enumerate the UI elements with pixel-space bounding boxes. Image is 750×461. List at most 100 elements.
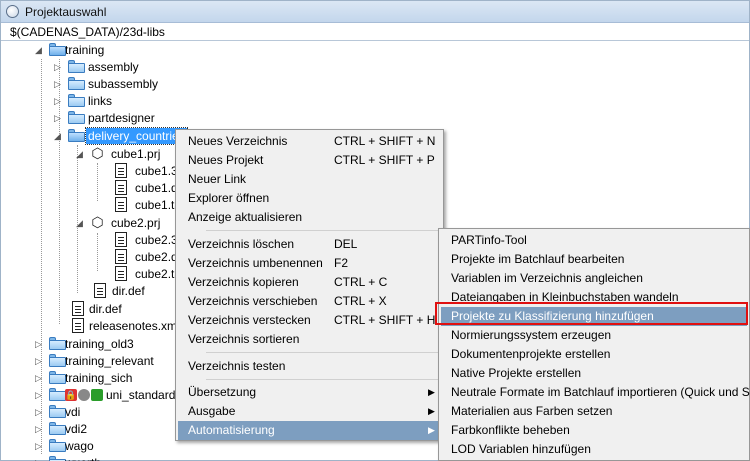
- folder-open-icon: [49, 43, 66, 56]
- menu-label: Verzeichnis verstecken: [188, 313, 311, 327]
- submenu-item[interactable]: Projekte im Batchlauf bearbeiten: [441, 250, 747, 269]
- file-icon: [115, 232, 127, 247]
- menu-label: Materialien aus Farben setzen: [451, 404, 613, 418]
- menu-item-move-directory[interactable]: Verzeichnis verschieben CTRL + X: [178, 292, 441, 311]
- expand-icon[interactable]: ▷: [35, 357, 44, 366]
- menu-shortcut: CTRL + C: [334, 275, 388, 289]
- submenu-item[interactable]: LOD Variablen hinzufügen: [441, 440, 747, 459]
- menu-item-rename-directory[interactable]: Verzeichnis umbenennen F2: [178, 254, 441, 273]
- path-bar: $(CADENAS_DATA)/23d-libs: [1, 24, 749, 41]
- menu-label: Verzeichnis testen: [188, 359, 286, 373]
- tree-label: dir.def: [112, 284, 145, 298]
- menu-item-new-project[interactable]: Neues Projekt CTRL + SHIFT + P: [178, 151, 441, 170]
- status-icon: [91, 389, 103, 401]
- menu-item-refresh[interactable]: Anzeige aktualisieren: [178, 208, 441, 227]
- folder-icon: [49, 337, 66, 350]
- menu-item-output[interactable]: Ausgabe ▶: [178, 402, 441, 421]
- menu-item-automation[interactable]: Automatisierung ▶: [178, 421, 441, 440]
- folder-icon: [68, 60, 85, 73]
- collapse-icon[interactable]: ◢: [76, 150, 85, 159]
- folder-icon: [49, 371, 66, 384]
- expand-icon[interactable]: ▷: [35, 442, 44, 451]
- highlight-callout-frame: [435, 302, 748, 325]
- tree-label: assembly: [88, 60, 139, 74]
- menu-label: Verzeichnis sortieren: [188, 332, 300, 346]
- expand-icon[interactable]: ▷: [54, 63, 63, 72]
- tree-label: training_sich: [65, 371, 133, 385]
- submenu-item[interactable]: Normierungssystem erzeugen: [441, 326, 747, 345]
- file-icon: [115, 249, 127, 264]
- menu-separator: [206, 352, 441, 353]
- menu-item-new-link[interactable]: Neuer Link: [178, 170, 441, 189]
- file-icon: [115, 197, 127, 212]
- tree-label: releasenotes.xml: [89, 319, 180, 333]
- menu-label: Farbkonflikte beheben: [451, 423, 570, 437]
- folder-open-icon: [68, 129, 85, 142]
- menu-item-delete-directory[interactable]: Verzeichnis löschen DEL: [178, 235, 441, 254]
- tree-label: vdi2: [65, 422, 88, 436]
- menu-shortcut: F2: [334, 256, 349, 270]
- menu-label: Normierungssystem erzeugen: [451, 328, 612, 342]
- menu-item-copy-directory[interactable]: Verzeichnis kopieren CTRL + C: [178, 273, 441, 292]
- menu-label: Variablen im Verzeichnis angleichen: [451, 271, 643, 285]
- collapse-icon[interactable]: ◢: [54, 132, 63, 141]
- menu-item-translation[interactable]: Übersetzung ▶: [178, 383, 441, 402]
- menu-label: PARTinfo-Tool: [451, 233, 527, 247]
- menu-label: Automatisierung: [188, 423, 275, 437]
- submenu-item[interactable]: Variablen im Verzeichnis angleichen: [441, 269, 747, 288]
- folder-icon: [68, 111, 85, 124]
- context-menu: Neues Verzeichnis CTRL + SHIFT + N Neues…: [175, 129, 444, 441]
- menu-separator: [206, 230, 441, 231]
- tree-label: training_old3: [65, 337, 134, 351]
- tree-label: cube2.prj: [111, 216, 161, 230]
- expand-icon[interactable]: ▷: [54, 80, 63, 89]
- folder-icon: [49, 456, 66, 461]
- tree-label: wuerth: [65, 456, 101, 461]
- menu-shortcut: CTRL + X: [334, 294, 387, 308]
- file-icon: [115, 163, 127, 178]
- expand-icon[interactable]: ▷: [35, 425, 44, 434]
- expand-icon[interactable]: ▷: [54, 114, 63, 123]
- menu-label: Anzeige aktualisieren: [188, 210, 303, 224]
- menu-item-test-directory[interactable]: Verzeichnis testen: [178, 357, 441, 376]
- expand-icon[interactable]: ▷: [35, 340, 44, 349]
- tree-label: training_relevant: [65, 354, 154, 368]
- file-icon: [94, 283, 106, 298]
- submenu-item[interactable]: Dokumentenprojekte erstellen: [441, 345, 747, 364]
- file-icon: [115, 266, 127, 281]
- menu-item-new-directory[interactable]: Neues Verzeichnis CTRL + SHIFT + N: [178, 132, 441, 151]
- menu-item-hide-directory[interactable]: Verzeichnis verstecken CTRL + SHIFT + H: [178, 311, 441, 330]
- menu-item-open-explorer[interactable]: Explorer öffnen: [178, 189, 441, 208]
- submenu-item[interactable]: Native Projekte erstellen: [441, 364, 747, 383]
- globe-icon: [78, 389, 90, 401]
- file-icon: [72, 318, 84, 333]
- menu-separator: [206, 379, 441, 380]
- automation-submenu: PARTinfo-Tool Projekte im Batchlauf bear…: [438, 228, 750, 461]
- file-icon: [115, 180, 127, 195]
- app-icon: [6, 5, 19, 18]
- expand-icon[interactable]: ▷: [54, 97, 63, 106]
- collapse-icon[interactable]: ◢: [35, 46, 44, 55]
- window-title: Projektauswahl: [25, 5, 107, 19]
- menu-shortcut: CTRL + SHIFT + N: [334, 134, 436, 148]
- submenu-item[interactable]: PARTinfo-Tool: [441, 231, 747, 250]
- submenu-item[interactable]: Farbkonflikte beheben: [441, 421, 747, 440]
- submenu-arrow-icon: ▶: [428, 425, 435, 435]
- tree-label-selected: delivery_countries: [85, 127, 188, 145]
- expand-icon[interactable]: ▷: [35, 408, 44, 417]
- menu-label: Verzeichnis umbenennen: [188, 256, 323, 270]
- collapse-icon[interactable]: ◢: [76, 219, 85, 228]
- submenu-arrow-icon: ▶: [428, 406, 435, 416]
- menu-shortcut: DEL: [334, 237, 358, 251]
- submenu-item[interactable]: Neutrale Formate im Batchlauf importiere…: [441, 383, 750, 402]
- expand-icon[interactable]: ▷: [35, 374, 44, 383]
- folder-icon: [68, 77, 85, 90]
- menu-item-sort-directory[interactable]: Verzeichnis sortieren: [178, 330, 441, 349]
- menu-label: LOD Variablen hinzufügen: [451, 442, 591, 456]
- expand-icon[interactable]: ▷: [35, 391, 44, 400]
- tree-label: uni_standards: [106, 388, 182, 402]
- tree-label: dir.def: [89, 302, 122, 316]
- menu-label: Verzeichnis verschieben: [188, 294, 318, 308]
- submenu-arrow-icon: ▶: [428, 387, 435, 397]
- submenu-item[interactable]: Materialien aus Farben setzen: [441, 402, 747, 421]
